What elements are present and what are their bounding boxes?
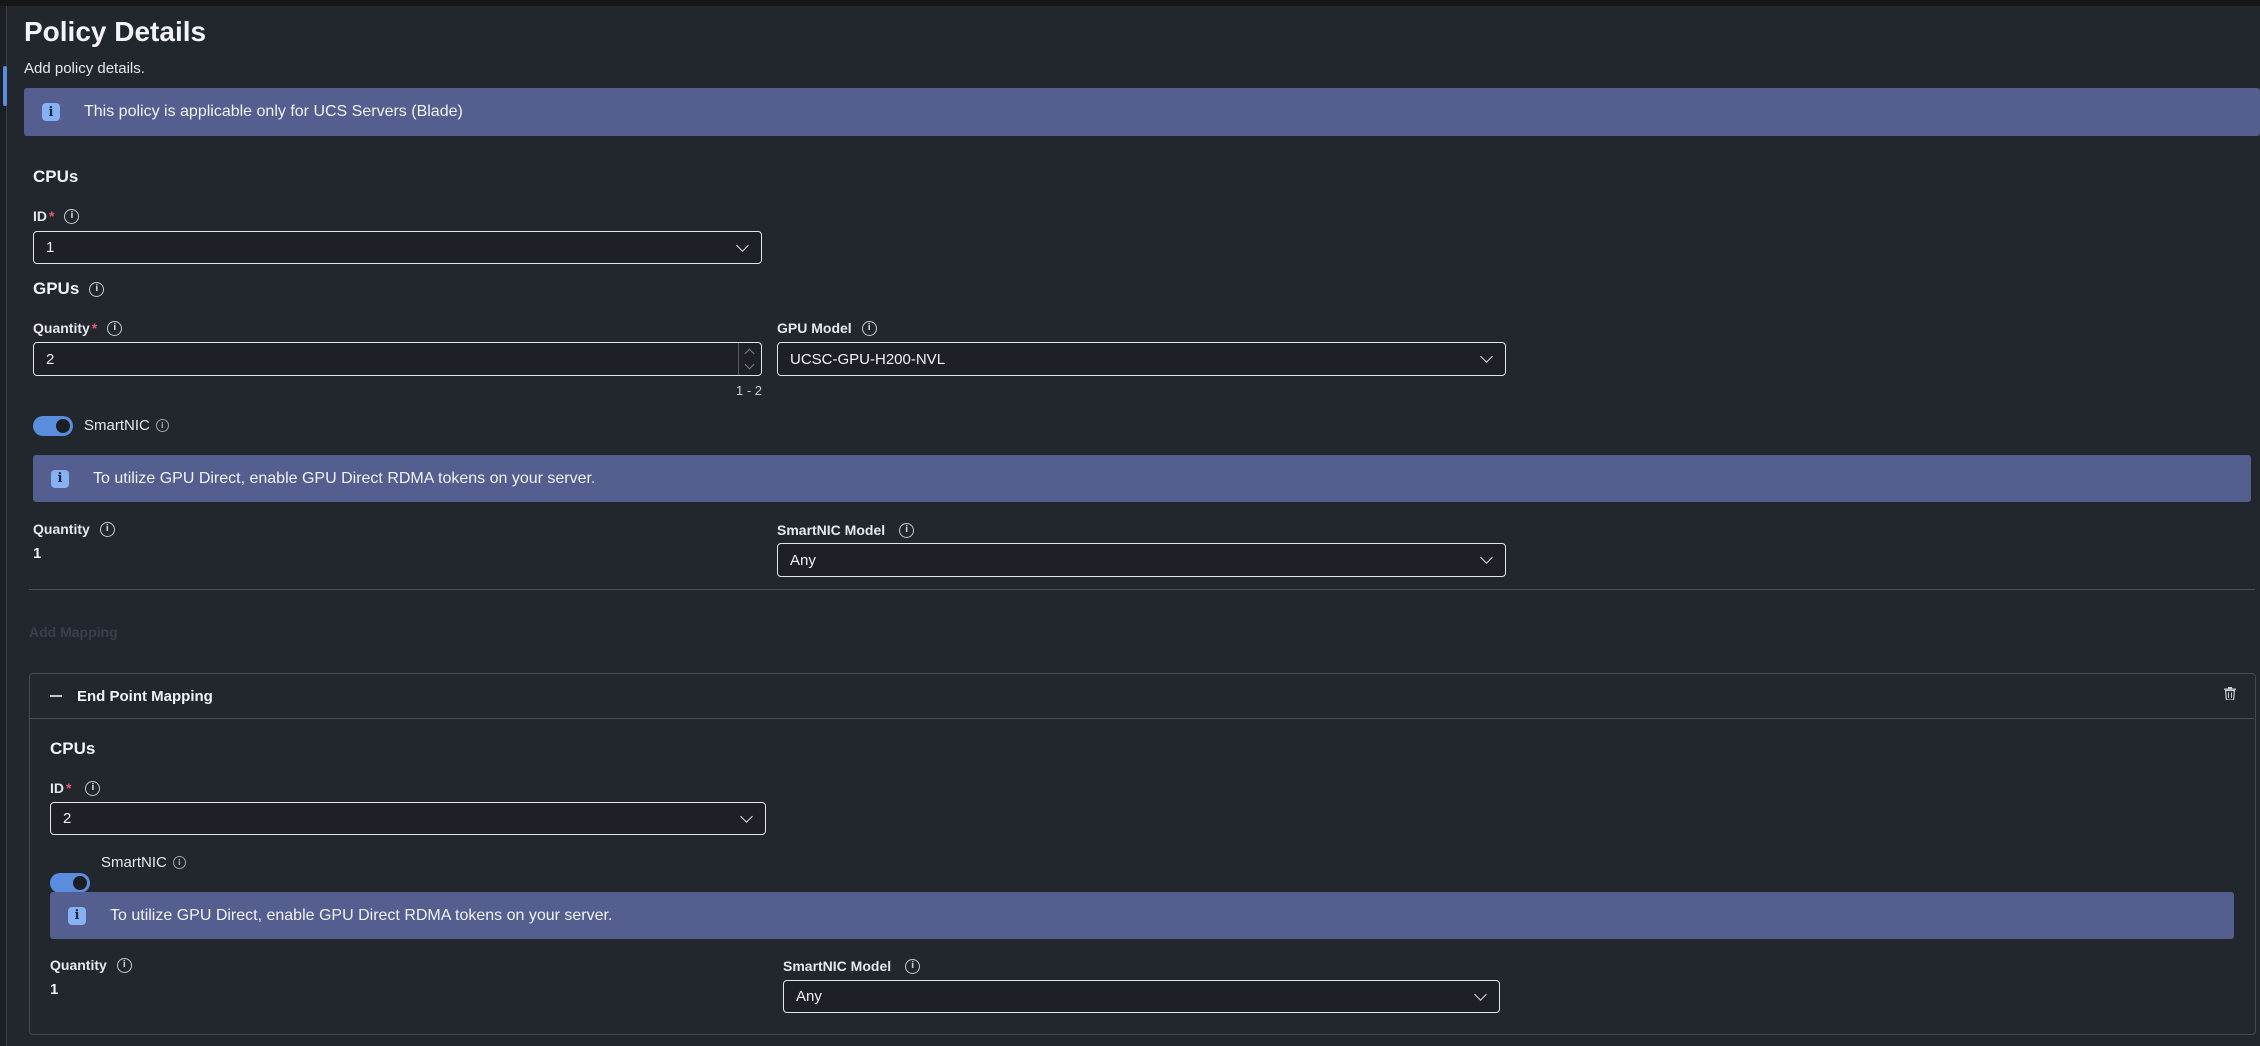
info-circle-icon[interactable]: i — [64, 208, 80, 224]
endpoint-smartnic-toggle[interactable] — [50, 873, 90, 893]
endpoint-smartnic-model-label: SmartNIC Model i — [783, 958, 921, 974]
info-icon: i — [68, 906, 86, 925]
endpoint-cpus-heading: CPUs — [50, 739, 96, 758]
endpoint-cpu-id-value: 2 — [63, 810, 72, 827]
chevron-down-icon — [1480, 350, 1493, 363]
top-bar — [0, 0, 2260, 6]
info-icon: i — [42, 103, 60, 121]
endpoint-smartnic-quantity-label: Quantity i — [50, 957, 132, 973]
cpu-id-select[interactable]: 1 — [33, 231, 762, 264]
gpu-quantity-input[interactable]: 2 — [33, 342, 762, 376]
required-asterisk: * — [91, 320, 98, 336]
trash-icon-glyph — [2224, 687, 2236, 701]
required-asterisk: * — [66, 780, 72, 796]
endpoint-cpu-id-label-text: ID — [50, 780, 64, 796]
endpoint-cpu-id-label: ID * i — [50, 780, 101, 796]
info-banner-blade: i This policy is applicable only for UCS… — [24, 88, 2260, 136]
cpu-id-label-text: ID — [33, 208, 47, 224]
endpoint-smartnic-toggle-label: SmartNIC i — [101, 854, 186, 871]
smartnic-quantity-label-text: Quantity — [33, 521, 90, 537]
smartnic-model-value: Any — [790, 551, 816, 569]
info-circle-icon[interactable]: i — [99, 521, 115, 537]
info-circle-icon[interactable]: i — [905, 958, 921, 974]
gpu-quantity-range-hint: 1 - 2 — [736, 383, 763, 398]
gpu-model-value: UCSC-GPU-H200-NVL — [790, 350, 946, 368]
left-rail-active-indicator — [3, 66, 7, 106]
endpoint-smartnic-model-label-text: SmartNIC Model — [783, 958, 892, 974]
info-circle-icon[interactable]: i — [85, 780, 101, 796]
smartnic-toggle[interactable] — [33, 416, 73, 436]
gpu-model-select[interactable]: UCSC-GPU-H200-NVL — [777, 342, 1506, 376]
endpoint-mapping-title: End Point Mapping — [77, 687, 213, 705]
endpoint-mapping-header: End Point Mapping — [29, 674, 2254, 719]
gpu-quantity-label: Quantity * i — [33, 320, 123, 336]
info-circle-icon[interactable]: i — [89, 281, 105, 297]
collapse-minus-icon[interactable] — [50, 695, 62, 697]
info-banner-text: To utilize GPU Direct, enable GPU Direct… — [110, 906, 613, 924]
endpoint-info-banner-gpu-direct: i To utilize GPU Direct, enable GPU Dire… — [50, 892, 2234, 939]
endpoint-cpu-id-select[interactable]: 2 — [50, 802, 766, 835]
toggle-knob — [73, 876, 87, 890]
chevron-down-icon — [1474, 987, 1487, 1001]
gpu-quantity-value: 2 — [46, 350, 55, 368]
gpu-quantity-label-text: Quantity — [33, 320, 90, 336]
smartnic-quantity-label: Quantity i — [33, 521, 115, 537]
info-banner-gpu-direct: i To utilize GPU Direct, enable GPU Dire… — [33, 455, 2251, 502]
info-circle-icon[interactable]: i — [861, 320, 877, 336]
quantity-stepper[interactable] — [738, 343, 761, 375]
info-circle-icon[interactable]: i — [899, 522, 915, 538]
chevron-down-icon — [1480, 551, 1493, 564]
info-circle-icon[interactable]: i — [107, 320, 123, 336]
smartnic-toggle-label: SmartNIC i — [84, 417, 169, 434]
trash-icon[interactable] — [2224, 687, 2236, 705]
endpoint-smartnic-quantity-value: 1 — [50, 981, 59, 998]
cpus-heading: CPUs — [33, 167, 79, 186]
add-mapping-button[interactable]: Add Mapping — [29, 624, 118, 640]
smartnic-model-label-text: SmartNIC Model — [777, 522, 886, 538]
page-title: Policy Details — [24, 16, 207, 47]
endpoint-smartnic-model-value: Any — [796, 988, 822, 1005]
toggle-knob — [56, 419, 70, 433]
stepper-down-icon[interactable] — [744, 359, 755, 370]
cpu-id-label: ID * i — [33, 208, 80, 224]
left-rail — [0, 6, 7, 1046]
info-circle-icon[interactable]: i — [116, 957, 132, 973]
required-asterisk: * — [49, 208, 55, 224]
info-banner-text: To utilize GPU Direct, enable GPU Direct… — [93, 469, 596, 487]
endpoint-smartnic-toggle-label-text: SmartNIC — [101, 854, 167, 871]
page-subtitle: Add policy details. — [24, 60, 145, 77]
gpus-heading-text: GPUs — [33, 279, 80, 298]
gpus-heading: GPUs i — [33, 279, 105, 299]
info-icon: i — [51, 469, 69, 488]
endpoint-smartnic-quantity-label-text: Quantity — [50, 957, 107, 973]
info-circle-icon[interactable]: i — [155, 419, 169, 432]
smartnic-quantity-value: 1 — [33, 545, 42, 562]
chevron-down-icon — [740, 809, 753, 823]
smartnic-model-select[interactable]: Any — [777, 543, 1506, 577]
info-banner-text: This policy is applicable only for UCS S… — [84, 103, 463, 120]
endpoint-smartnic-model-select[interactable]: Any — [783, 980, 1500, 1013]
smartnic-model-label: SmartNIC Model i — [777, 522, 915, 538]
smartnic-toggle-label-text: SmartNIC — [84, 417, 150, 434]
cpu-id-value: 1 — [46, 239, 55, 256]
gpu-model-label: GPU Model i — [777, 320, 877, 336]
section-divider — [29, 589, 2255, 590]
gpu-model-label-text: GPU Model — [777, 320, 852, 336]
chevron-down-icon — [736, 238, 749, 252]
stepper-up-icon[interactable] — [744, 348, 755, 359]
info-circle-icon[interactable]: i — [172, 856, 186, 869]
